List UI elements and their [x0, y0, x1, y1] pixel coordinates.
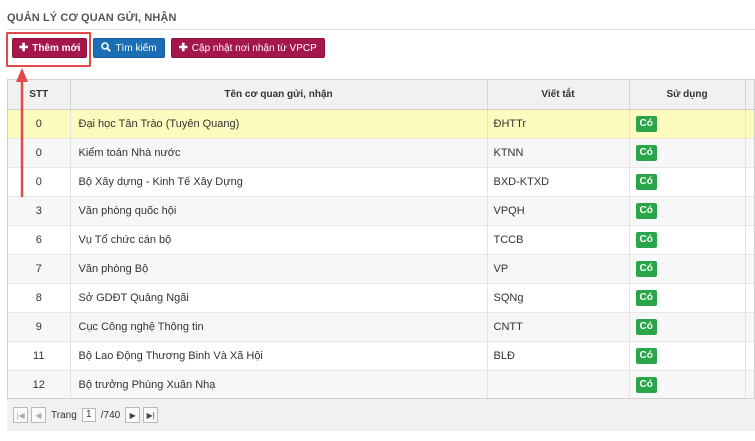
page-number-input[interactable]: 1 — [81, 408, 96, 422]
update-recipients-label: Cập nhật nơi nhận từ VPCP — [191, 42, 317, 54]
cell-use: Có — [629, 109, 746, 139]
prev-page-icon: ◀ — [35, 410, 42, 420]
cell-spacer — [745, 254, 754, 284]
cell-name: Đại học Tân Trào (Tuyên Quang) — [70, 109, 488, 139]
status-badge: Có — [635, 115, 657, 132]
cell-abbr: TCCB — [487, 225, 630, 255]
cell-stt: 0 — [8, 109, 71, 139]
table-header-row: STT Tên cơ quan gửi, nhận Viết tắt Sử dụ… — [8, 80, 754, 110]
status-badge: Có — [635, 347, 657, 364]
prev-page-button[interactable]: ◀ — [31, 407, 46, 423]
cell-stt: 3 — [8, 196, 71, 226]
cell-stt: 9 — [8, 312, 71, 342]
agency-table: STT Tên cơ quan gửi, nhận Viết tắt Sử dụ… — [7, 79, 755, 431]
cell-name: Văn phòng Bộ — [70, 254, 488, 284]
status-badge: Có — [635, 202, 657, 219]
cell-use: Có — [629, 341, 746, 371]
cell-stt: 12 — [8, 370, 71, 400]
cell-stt: 6 — [8, 225, 71, 255]
cell-use: Có — [629, 225, 746, 255]
total-pages: /740 — [100, 409, 121, 421]
cell-use: Có — [629, 312, 746, 342]
table-row[interactable]: 7 Văn phòng Bộ VP Có — [8, 254, 754, 284]
cell-stt: 0 — [8, 138, 71, 168]
cell-abbr — [487, 370, 630, 400]
last-page-icon: ▶| — [146, 410, 155, 420]
status-badge: Có — [635, 173, 657, 190]
cell-spacer — [745, 312, 754, 342]
cell-spacer — [745, 138, 754, 168]
cell-use: Có — [629, 196, 746, 226]
next-page-icon: ▶ — [129, 410, 136, 420]
cell-use: Có — [629, 254, 746, 284]
first-page-button[interactable]: |◀ — [13, 407, 28, 423]
cell-spacer — [745, 109, 754, 139]
first-page-icon: |◀ — [16, 410, 25, 420]
column-header-stt[interactable]: STT — [8, 80, 71, 110]
cell-name: Văn phòng quốc hội — [70, 196, 488, 226]
cell-abbr: VP — [487, 254, 630, 284]
cell-stt: 8 — [8, 283, 71, 313]
page-label: Trang — [51, 409, 77, 421]
status-badge: Có — [635, 144, 657, 161]
column-header-spacer — [745, 80, 754, 110]
search-button[interactable]: Tìm kiếm — [93, 38, 165, 58]
table-row[interactable]: 12 Bộ trưởng Phùng Xuân Nhạ Có — [8, 370, 754, 400]
column-header-use[interactable]: Sử dụng — [629, 80, 746, 110]
page-title: QUẢN LÝ CƠ QUAN GỬI, NHẬN — [7, 12, 177, 24]
table-row[interactable]: 8 Sở GDĐT Quảng Ngãi SQNg Có — [8, 283, 754, 313]
pager: |◀ ◀ Trang 1 /740 ▶ ▶| — [7, 398, 755, 431]
column-header-name[interactable]: Tên cơ quan gửi, nhận — [70, 80, 488, 110]
plus-icon: ✚ — [178, 41, 188, 54]
cell-name: Vụ Tổ chức cán bộ — [70, 225, 488, 255]
status-badge: Có — [635, 260, 657, 277]
table-row[interactable]: 6 Vụ Tổ chức cán bộ TCCB Có — [8, 225, 754, 255]
cell-spacer — [745, 283, 754, 313]
column-header-abbr[interactable]: Viết tắt — [487, 80, 630, 110]
last-page-button[interactable]: ▶| — [143, 407, 159, 423]
status-badge: Có — [635, 318, 657, 335]
table-row[interactable]: 0 Bộ Xây dựng - Kinh Tế Xây Dựng BXD-KTXD C… — [8, 167, 754, 197]
cell-spacer — [745, 370, 754, 400]
cell-spacer — [745, 225, 754, 255]
cell-use: Có — [629, 283, 746, 313]
cell-use: Có — [629, 370, 746, 400]
table-row[interactable]: 0 Kiểm toán Nhà nước KTNN Có — [8, 138, 754, 168]
cell-abbr: SQNg — [487, 283, 630, 313]
status-badge: Có — [635, 376, 657, 393]
cell-abbr: BXD-KTXD — [487, 167, 630, 197]
cell-name: Sở GDĐT Quảng Ngãi — [70, 283, 488, 313]
cell-name: Bộ trưởng Phùng Xuân Nhạ — [70, 370, 488, 400]
cell-spacer — [745, 196, 754, 226]
cell-abbr: KTNN — [487, 138, 630, 168]
cell-stt: 0 — [8, 167, 71, 197]
search-icon — [101, 41, 112, 55]
cell-use: Có — [629, 167, 746, 197]
cell-abbr: CNTT — [487, 312, 630, 342]
cell-abbr: ĐHTTr — [487, 109, 630, 139]
status-badge: Có — [635, 231, 657, 248]
cell-spacer — [745, 167, 754, 197]
cell-name: Bộ Xây dựng - Kinh Tế Xây Dựng — [70, 167, 488, 197]
next-page-button[interactable]: ▶ — [125, 407, 141, 423]
search-label: Tìm kiếm — [115, 42, 157, 54]
highlight-box — [6, 32, 91, 67]
cell-name: Kiểm toán Nhà nước — [70, 138, 488, 168]
cell-abbr: VPQH — [487, 196, 630, 226]
status-badge: Có — [635, 289, 657, 306]
table-row[interactable]: 11 Bộ Lao Động Thương Binh Và Xã Hội BLĐ Có — [8, 341, 754, 371]
cell-abbr: BLĐ — [487, 341, 630, 371]
title-divider — [7, 29, 755, 30]
table-row[interactable]: 9 Cục Công nghệ Thông tin CNTT Có — [8, 312, 754, 342]
table-row[interactable]: 0 Đại học Tân Trào (Tuyên Quang) ĐHTTr Có — [8, 109, 754, 139]
cell-stt: 11 — [8, 341, 71, 371]
cell-spacer — [745, 341, 754, 371]
cell-name: Cục Công nghệ Thông tin — [70, 312, 488, 342]
cell-name: Bộ Lao Động Thương Binh Và Xã Hội — [70, 341, 488, 371]
table-row[interactable]: 3 Văn phòng quốc hội VPQH Có — [8, 196, 754, 226]
cell-stt: 7 — [8, 254, 71, 284]
update-recipients-button[interactable]: ✚ Cập nhật nơi nhận từ VPCP — [170, 38, 325, 58]
cell-use: Có — [629, 138, 746, 168]
